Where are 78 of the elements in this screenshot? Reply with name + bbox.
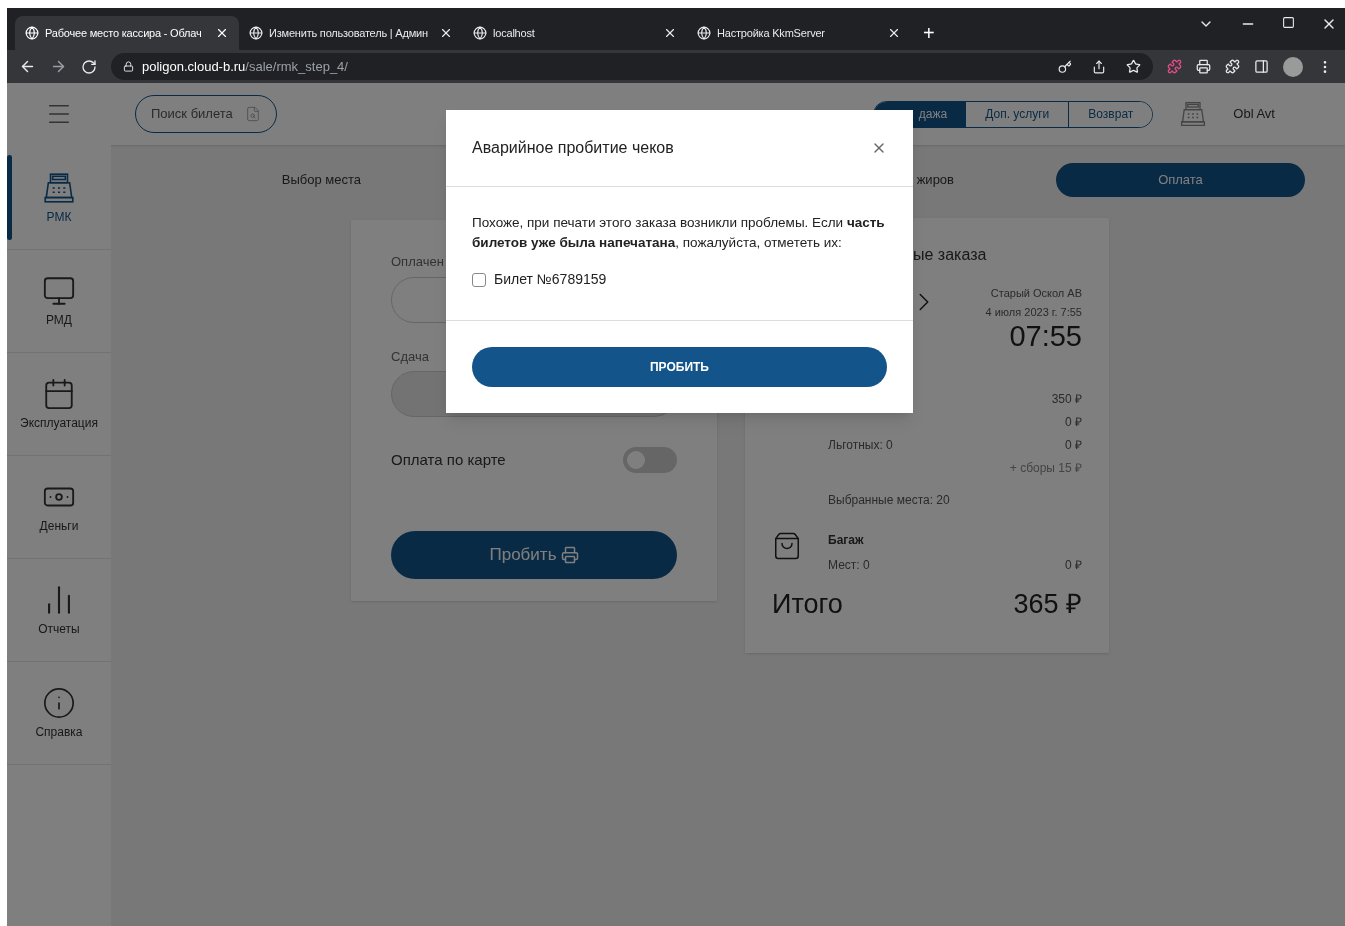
new-tab-button[interactable]: +	[911, 16, 947, 50]
sidebar-label: РМК	[46, 208, 72, 226]
sidebar-item[interactable]: Деньги	[7, 456, 111, 559]
step-label[interactable]: Выбор места	[281, 170, 361, 190]
total-label: Итого	[772, 588, 843, 621]
browser-tab[interactable]: Рабочее место кассира - Облач	[15, 16, 239, 50]
dialog-message: Похоже, при печати этого заказа возникли проблемы. Если часть билетов уже была напечатана, пожалуйста, отмететь их:	[472, 214, 886, 252]
avatar[interactable]	[1283, 56, 1303, 77]
selected-seats: Выбранные места: 20	[828, 491, 1082, 509]
field-label: Оплачен	[391, 253, 445, 271]
url-text: poligon.cloud-b.ru/sale/rmk_step_4/	[142, 57, 348, 76]
calendar-icon	[42, 376, 76, 411]
info-icon	[42, 685, 76, 720]
share-icon[interactable]	[1092, 59, 1106, 74]
key-icon[interactable]	[1058, 59, 1072, 74]
sidebar-label: Деньги	[39, 517, 79, 535]
globe-icon	[249, 26, 263, 40]
cash-register-icon	[1179, 100, 1208, 128]
sidebar-item[interactable]: Отчеты	[7, 559, 111, 662]
user-name: Obl Avt	[1233, 105, 1275, 124]
sidebar-item[interactable]: Справка	[7, 662, 111, 765]
baggage-amount: 0 ₽	[1065, 557, 1082, 574]
tab-title: Изменить пользователь | Админ	[269, 25, 429, 41]
field-label: Сдача	[391, 347, 430, 366]
sidebar-item[interactable]: Эксплуатация	[7, 353, 111, 456]
globe-icon	[473, 26, 487, 40]
line-amount: 0 ₽	[1065, 437, 1082, 454]
printer-icon	[560, 546, 579, 564]
step-label[interactable]: жиров	[916, 170, 954, 190]
baggage-title: Багаж	[828, 532, 865, 549]
star-icon[interactable]	[1126, 59, 1141, 74]
print-button[interactable]: Пробить	[391, 531, 677, 579]
ticket-label[interactable]: Билет №6789159	[494, 269, 607, 290]
back-icon[interactable]	[19, 58, 36, 75]
card-payment-toggle[interactable]	[623, 447, 677, 473]
mode-tab[interactable]: Возврат	[1068, 101, 1153, 127]
extensions-icon[interactable]	[1225, 59, 1240, 74]
cash-register-icon	[42, 170, 76, 205]
dialog-title: Аварийное пробитие чеков	[472, 138, 674, 158]
sidebar-label: Эксплуатация	[20, 414, 98, 432]
sidebar-label: РМД	[46, 311, 72, 329]
forward-icon[interactable]	[50, 58, 67, 75]
document-search-icon	[244, 105, 261, 123]
browser-tab[interactable]: Изменить пользователь | Админ	[239, 16, 463, 50]
station-name: Старый Оскол АВ	[990, 286, 1082, 301]
browser-tab[interactable]: localhost	[463, 16, 687, 50]
line-label: Льготных: 0	[828, 437, 893, 454]
order-title: ые заказа	[913, 245, 988, 265]
bag-icon	[772, 531, 802, 561]
reload-icon[interactable]	[81, 58, 97, 75]
ticket-checkbox[interactable]	[472, 272, 486, 287]
total-amount: 365 ₽	[1013, 588, 1082, 621]
print-button[interactable]: ПРОБИТЬ	[472, 347, 887, 387]
sidebar-item[interactable]: РМД	[7, 250, 111, 353]
close-icon[interactable]	[439, 26, 453, 40]
lock-icon	[123, 61, 134, 72]
fees-text: + сборы 15 ₽	[1009, 460, 1082, 477]
close-icon[interactable]	[887, 26, 901, 40]
step-button[interactable]: Оплата	[1056, 163, 1305, 197]
line-amount: 0 ₽	[1065, 414, 1082, 431]
line-amount: 350 ₽	[1051, 391, 1082, 408]
side-panel-icon[interactable]	[1254, 59, 1269, 74]
globe-icon	[25, 26, 39, 40]
sidebar-label: Отчеты	[38, 620, 80, 638]
close-icon[interactable]	[663, 26, 677, 40]
address-field[interactable]: poligon.cloud-b.ru/sale/rmk_step_4/	[111, 53, 1153, 80]
departure-time: 07:55	[1009, 320, 1082, 352]
tab-title: Настройка KkmServer	[717, 25, 826, 41]
sidebar-label: Справка	[35, 723, 83, 741]
close-icon[interactable]	[215, 26, 229, 40]
tab-title: Рабочее место кассира - Облач	[45, 25, 203, 41]
browser-tab[interactable]: Настройка KkmServer	[687, 16, 911, 50]
card-payment-label: Оплата по карте	[391, 449, 506, 470]
departure-date: 4 июля 2023 г. 7:55	[985, 304, 1082, 320]
maximize-icon[interactable]	[1282, 16, 1295, 29]
tab-title: localhost	[493, 25, 536, 41]
globe-icon	[697, 26, 711, 40]
baggage-count: Мест: 0	[828, 557, 870, 574]
